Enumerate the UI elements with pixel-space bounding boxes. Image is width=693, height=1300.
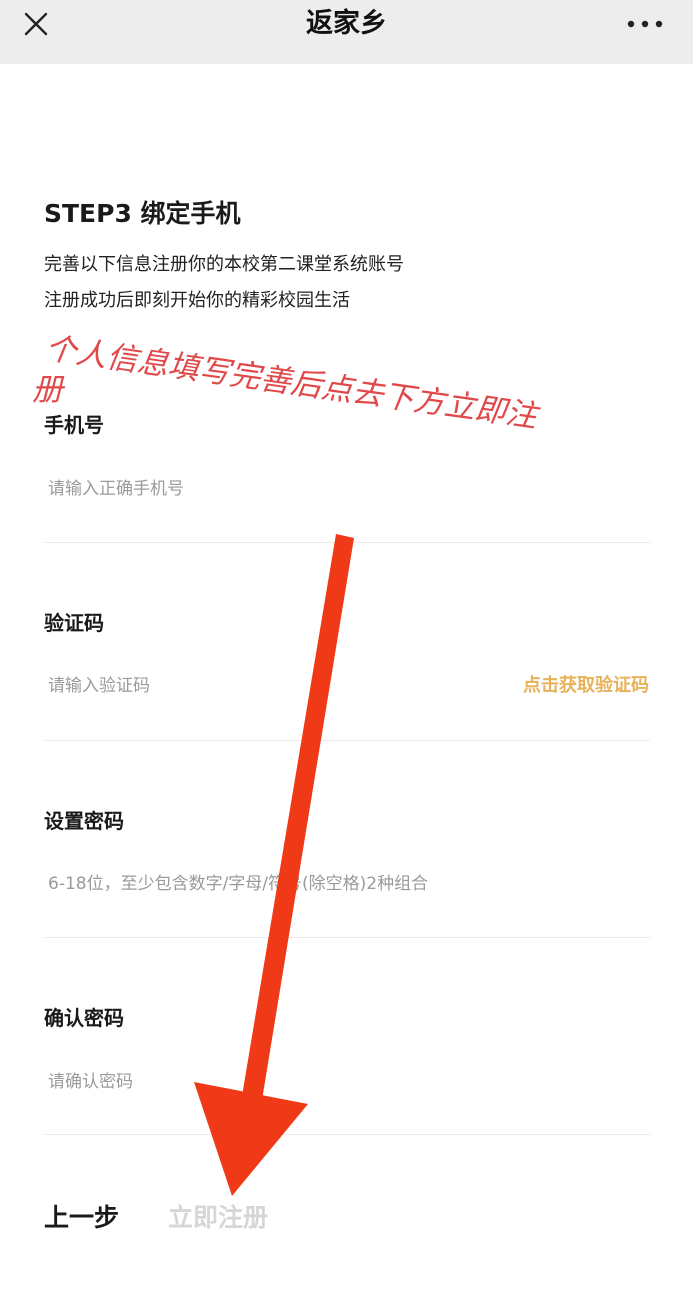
annotation-line2: 册 bbox=[32, 372, 66, 408]
step-description-line2: 注册成功后即刻开始你的精彩校园生活 bbox=[44, 290, 350, 311]
nav-bar: 返家乡 bbox=[0, 0, 693, 64]
phone-input[interactable] bbox=[44, 471, 608, 507]
phone-divider bbox=[44, 542, 650, 543]
confirm-password-label: 确认密码 bbox=[44, 1006, 124, 1030]
more-dots-icon[interactable] bbox=[625, 14, 665, 34]
phone-label: 手机号 bbox=[44, 413, 104, 437]
password-label: 设置密码 bbox=[44, 809, 124, 833]
annotation-line1: 个人信息填写完善后点去下方立即注 bbox=[43, 330, 543, 435]
annotation-overlay: 个人信息填写完善后点去下方立即注 册 bbox=[32, 330, 543, 1196]
prev-step-button[interactable]: 上一步 bbox=[44, 1198, 119, 1238]
get-code-button[interactable]: 点击获取验证码 bbox=[523, 671, 649, 701]
step-title: STEP3 绑定手机 bbox=[44, 199, 241, 228]
arrow-shaft bbox=[242, 534, 354, 1100]
code-label: 验证码 bbox=[44, 611, 104, 635]
password-divider bbox=[44, 937, 650, 938]
password-input[interactable] bbox=[44, 866, 608, 902]
confirm-password-divider bbox=[44, 1134, 650, 1135]
page-title: 返家乡 bbox=[306, 8, 387, 39]
confirm-password-input[interactable] bbox=[44, 1064, 608, 1100]
step-description-line1: 完善以下信息注册你的本校第二课堂系统账号 bbox=[44, 254, 404, 275]
code-divider bbox=[44, 740, 650, 741]
code-input[interactable] bbox=[44, 668, 468, 704]
register-button[interactable]: 立即注册 bbox=[168, 1198, 268, 1238]
